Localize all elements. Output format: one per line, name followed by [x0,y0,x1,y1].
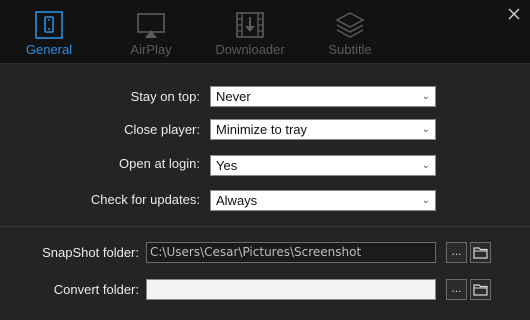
section-divider [0,226,530,227]
snapshot-browse-button[interactable]: ... [446,242,467,263]
check-updates-select[interactable]: Always ⌄ [210,190,436,211]
tab-airplay[interactable]: AirPlay [112,0,190,63]
close-player-value: Minimize to tray [216,122,308,137]
tab-subtitle[interactable]: Subtitle [312,0,388,63]
close-player-label: Close player: [124,122,200,137]
close-player-select[interactable]: Minimize to tray ⌄ [210,119,436,140]
check-updates-label: Check for updates: [90,192,200,207]
tab-general[interactable]: General [14,0,84,63]
tab-subtitle-label: Subtitle [328,42,372,57]
convert-folder-field[interactable] [146,279,436,300]
chevron-down-icon: ⌄ [421,160,430,171]
convert-folder-label: Convert folder: [53,282,139,297]
tab-downloader[interactable]: Downloader [208,0,292,63]
chevron-down-icon: ⌄ [421,195,430,206]
snapshot-folder-label: SnapShot folder: [42,245,139,260]
open-at-login-select[interactable]: Yes ⌄ [210,155,436,176]
convert-open-folder-button[interactable] [470,279,491,300]
check-updates-value: Always [216,193,258,208]
stay-on-top-value: Never [216,89,251,104]
airplay-icon [135,11,167,39]
open-at-login-label: Open at login: [119,156,200,171]
chevron-down-icon: ⌄ [421,91,430,102]
stay-on-top-select[interactable]: Never ⌄ [210,86,436,107]
tab-bar: General AirPlay Downloader Subtitle [0,0,530,64]
folder-icon [473,284,488,296]
snapshot-folder-field[interactable]: C:\Users\Cesar\Pictures\Screenshot [146,242,436,263]
layers-icon [334,11,366,39]
settings-window: General AirPlay Downloader Subtitle Stay… [0,0,530,320]
stay-on-top-label: Stay on top: [130,89,200,104]
tab-general-label: General [25,42,73,57]
tab-downloader-label: Downloader [215,42,285,57]
close-icon[interactable] [504,4,524,24]
snapshot-open-folder-button[interactable] [470,242,491,263]
phone-icon [33,11,65,39]
convert-browse-button[interactable]: ... [446,279,467,300]
open-at-login-value: Yes [216,158,238,173]
tab-airplay-label: AirPlay [130,42,172,57]
chevron-down-icon: ⌄ [421,124,430,135]
film-download-icon [234,11,266,39]
folder-icon [473,247,488,259]
